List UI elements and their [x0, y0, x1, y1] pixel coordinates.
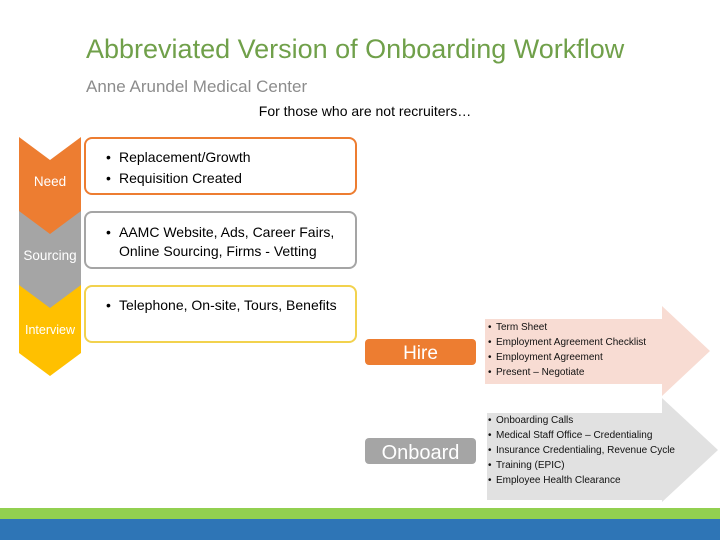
hire-item: Employment Agreement	[488, 350, 646, 365]
sourcing-details: AAMC Website, Ads, Career Fairs, Online …	[84, 211, 357, 269]
footer-band-green	[0, 508, 720, 519]
hire-item: Term Sheet	[488, 320, 646, 335]
onboard-item: Medical Staff Office – Credentialing	[488, 428, 678, 443]
need-details: Replacement/Growth Requisition Created	[84, 137, 357, 195]
need-item: Requisition Created	[106, 168, 355, 189]
onboard-item: Onboarding Calls	[488, 413, 678, 428]
hire-item: Present – Negotiate	[488, 365, 646, 380]
stage-label-interview: Interview	[24, 323, 76, 337]
sourcing-item: AAMC Website, Ads, Career Fairs, Online …	[106, 223, 349, 261]
onboard-item: Employee Health Clearance	[488, 473, 678, 488]
hire-item: Employment Agreement Checklist	[488, 335, 646, 350]
interview-details: Telephone, On-site, Tours, Benefits	[84, 285, 357, 343]
footer-band-blue	[0, 519, 720, 540]
need-item: Replacement/Growth	[106, 147, 355, 168]
onboard-item: Insurance Credentialing, Revenue Cycle	[488, 443, 678, 458]
hire-label: Hire	[365, 339, 476, 365]
interview-item: Telephone, On-site, Tours, Benefits	[106, 295, 355, 316]
stage-label-need: Need	[33, 174, 67, 189]
onboard-item: Training (EPIC)	[488, 458, 678, 473]
onboard-items: Onboarding Calls Medical Staff Office – …	[488, 413, 678, 488]
stage-label-sourcing: Sourcing	[23, 248, 77, 263]
hire-items: Term Sheet Employment Agreement Checklis…	[488, 320, 646, 380]
onboard-label: Onboard	[365, 438, 476, 464]
